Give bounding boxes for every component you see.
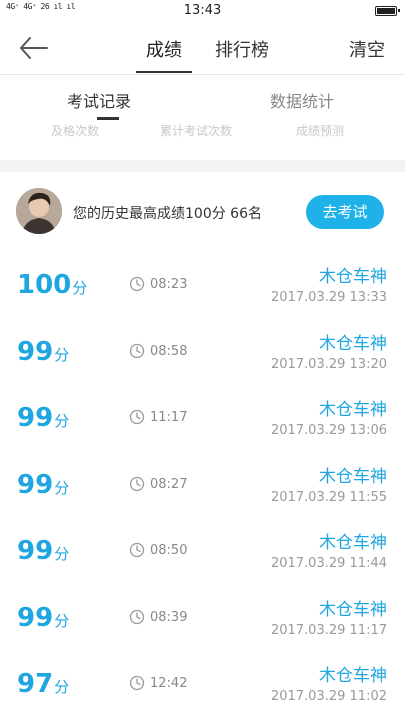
clock-icon (129, 276, 145, 292)
list-item[interactable]: 100分 08:23 木仓车神 2017.03.29 13:33 (0, 252, 405, 319)
status-time: 13:43 (183, 3, 222, 18)
clear-button[interactable]: 清空 (349, 36, 385, 62)
score-number: 97 (17, 669, 54, 699)
score-unit: 分 (54, 678, 70, 696)
tab-exam-records[interactable]: 考试记录 (67, 88, 131, 112)
pass-count-label: 及格次数 (51, 124, 100, 138)
score-value: 99分 (17, 337, 69, 367)
score-number: 99 (17, 536, 54, 566)
clock-icon (129, 409, 145, 425)
exam-duration: 08:50 (150, 543, 188, 558)
user-name[interactable]: 木仓车神 (319, 262, 387, 287)
clock-icon (129, 609, 145, 625)
score-value: 99分 (17, 603, 69, 633)
score-unit: 分 (72, 279, 88, 297)
stats-labels-row: 及格次数 累计考试次数 成绩预测 (0, 120, 405, 142)
score-unit: 分 (54, 478, 70, 497)
total-exams-label: 累计考试次数 (160, 124, 233, 138)
user-name[interactable]: 木仓车神 (319, 528, 387, 553)
exam-duration: 11:17 (150, 410, 188, 425)
top-nav-bar: 成绩 排行榜 清空 (0, 22, 405, 74)
battery-icon (375, 6, 400, 16)
score-unit: 分 (54, 412, 70, 430)
score-unit: 分 (54, 611, 70, 630)
score-number: 99 (17, 403, 54, 433)
take-exam-button[interactable]: 去考试 (306, 195, 384, 229)
exam-duration: 08:23 (150, 277, 188, 292)
exam-record-list: 100分 08:23 木仓车神 2017.03.29 13:33 99分 08:58 木仓车… (0, 252, 405, 718)
score-unit: 分 (54, 345, 70, 364)
user-name[interactable]: 木仓车神 (319, 595, 387, 620)
score-prediction-label: 成绩预测 (296, 124, 345, 138)
clock-icon (129, 675, 145, 691)
score-value: 100分 (17, 270, 87, 300)
score-number: 99 (17, 602, 54, 633)
exam-timestamp: 2017.03.29 11:55 (270, 489, 387, 505)
list-item[interactable]: 99分 08:50 木仓车神 2017.03.29 11:44 (0, 518, 405, 585)
score-number: 99 (17, 336, 54, 367)
exam-timestamp: 2017.03.29 13:06 (270, 423, 387, 438)
list-item[interactable]: 99分 11:17 木仓车神 2017.03.29 13:06 (0, 385, 405, 452)
best-score-row: 您的历史最高成绩100分 66名 去考试 (0, 172, 405, 250)
back-arrow-icon[interactable] (18, 34, 50, 62)
exam-duration: 08:27 (150, 476, 188, 492)
list-item[interactable]: 99分 08:27 木仓车神 2017.03.29 11:55 (0, 452, 405, 519)
status-bar: 4G⁺ 4G⁺ 26 ıl ıl 13:43 (0, 0, 405, 22)
user-name[interactable]: 木仓车神 (319, 395, 387, 420)
exam-timestamp: 2017.03.29 11:02 (270, 689, 387, 704)
exam-timestamp: 2017.03.29 11:17 (270, 622, 387, 638)
user-name[interactable]: 木仓车神 (319, 462, 387, 487)
avatar[interactable] (16, 188, 62, 234)
score-value: 99分 (17, 403, 69, 433)
tab-scores[interactable]: 成绩 (146, 36, 182, 62)
list-item[interactable]: 97分 12:42 木仓车神 2017.03.29 11:02 (0, 651, 405, 718)
exam-duration: 08:39 (150, 609, 188, 625)
user-name[interactable]: 木仓车神 (319, 661, 387, 686)
sub-tab-bar: 考试记录 数据统计 (0, 74, 405, 120)
clock-icon (129, 343, 145, 359)
clock-icon (129, 476, 145, 492)
best-score-summary: 您的历史最高成绩100分 66名 (73, 206, 262, 222)
list-item[interactable]: 99分 08:39 木仓车神 2017.03.29 11:17 (0, 585, 405, 652)
clock-icon (129, 542, 145, 558)
exam-timestamp: 2017.03.29 13:33 (270, 290, 387, 305)
exam-timestamp: 2017.03.29 13:20 (270, 356, 387, 372)
exam-duration: 08:58 (150, 343, 188, 359)
score-value: 99分 (17, 536, 69, 566)
tab-leaderboard[interactable]: 排行榜 (215, 36, 269, 62)
score-unit: 分 (54, 545, 70, 563)
active-tab-indicator (136, 71, 192, 73)
tab-data-statistics[interactable]: 数据统计 (270, 88, 334, 112)
score-number: 100 (17, 270, 72, 300)
exam-duration: 12:42 (150, 676, 188, 691)
score-value: 99分 (17, 470, 69, 500)
list-item[interactable]: 99分 08:58 木仓车神 2017.03.29 13:20 (0, 319, 405, 386)
score-value: 97分 (17, 669, 69, 699)
user-name[interactable]: 木仓车神 (319, 329, 387, 354)
exam-timestamp: 2017.03.29 11:44 (270, 556, 387, 571)
section-divider (0, 160, 405, 172)
score-number: 99 (17, 469, 54, 500)
